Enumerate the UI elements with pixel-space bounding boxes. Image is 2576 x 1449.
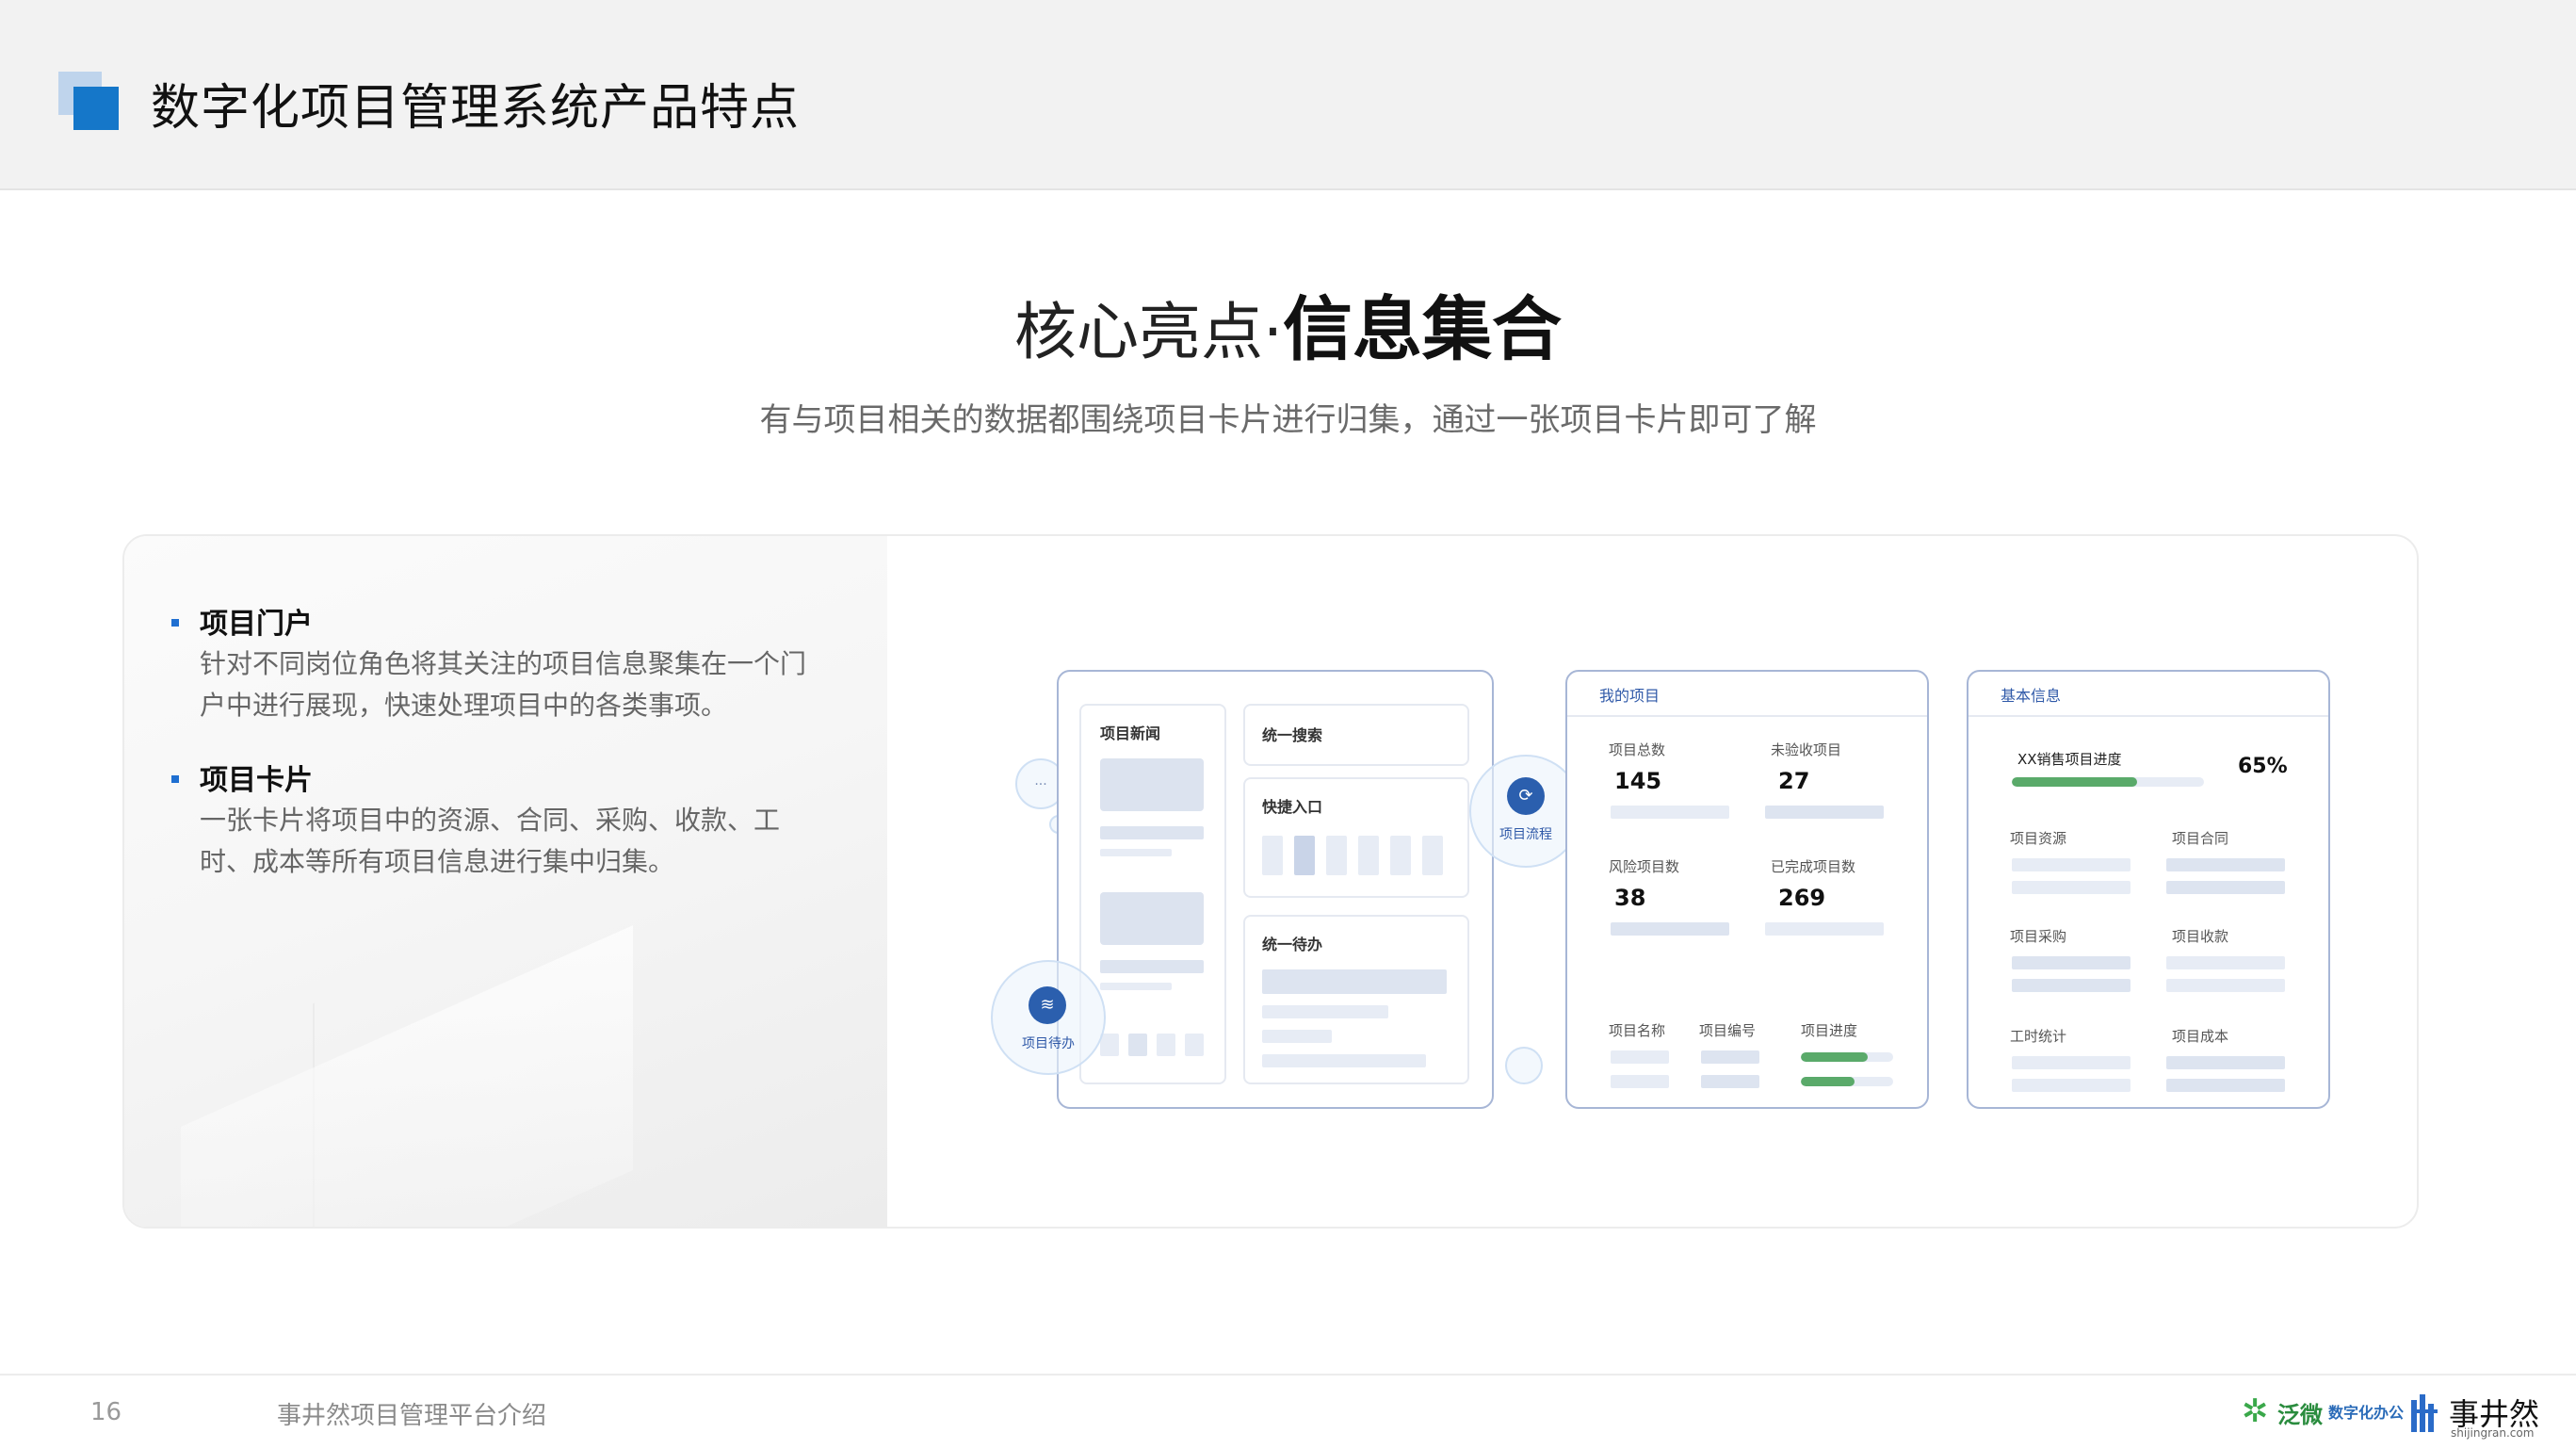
weaver-logo: ✲ 泛微 数字化办公 <box>2242 1392 2405 1430</box>
shijingran-mark-icon <box>2411 1394 2439 1432</box>
weaver-flower-icon: ✲ <box>2242 1392 2269 1430</box>
title-square-icon <box>58 72 121 130</box>
shijingran-logo: 事井然 shijingran.com <box>2411 1391 2543 1440</box>
hero-title-strong: 信息集合 <box>1282 289 1562 370</box>
dot-bubble <box>1505 1047 1543 1084</box>
footer-divider <box>0 1374 2576 1376</box>
project-todo-bubble: ≋ 项目待办 <box>991 960 1106 1075</box>
my-projects-card: 我的项目 项目总数 145 未验收项目 27 风险项目数 38 已完成项目数 2… <box>1565 670 1929 1109</box>
portal-card: 项目新闻 统一搜索 快捷入口 统一待办 <box>1057 670 1494 1109</box>
page-title: 数字化项目管理系统产品特点 <box>151 80 801 137</box>
todo-panel: 统一待办 <box>1243 915 1469 1084</box>
hero-subtitle: 有与项目相关的数据都围绕项目卡片进行归集，通过一张项目卡片即可了解 <box>759 401 1817 439</box>
layers-icon: ≋ <box>1029 986 1066 1024</box>
refresh-icon: ⟳ <box>1507 777 1545 815</box>
project-progress-bar <box>1801 1077 1893 1086</box>
header-bar: 数字化项目管理系统产品特点 <box>0 0 2576 190</box>
page-number: 16 <box>90 1398 122 1426</box>
my-projects-title: 我的项目 <box>1599 687 1661 705</box>
hero-title: 核心亮点·信息集合 <box>0 273 2576 374</box>
feature-card: 项目门户 针对不同岗位角色将其关注的项目信息聚集在一个门户中进行展现，快速处理项… <box>122 534 2419 1229</box>
sales-progress-bar <box>2012 777 2204 787</box>
hero-title-prefix: 核心亮点· <box>1014 296 1283 368</box>
product-illustration: ... 项目新闻 统一搜索 快捷入口 统一待办 ⟳ 项目流程 ≋ 项目待办 我的… <box>124 536 2417 1227</box>
project-progress-bar <box>1801 1052 1893 1062</box>
basic-info-card: 基本信息 XX销售项目进度 65% 项目资源 项目合同 项目采购 项目收款 工时… <box>1967 670 2330 1109</box>
quick-entry-panel: 快捷入口 <box>1243 777 1469 898</box>
basic-info-title: 基本信息 <box>2001 687 2062 705</box>
footer-text: 事井然项目管理平台介绍 <box>277 1402 547 1430</box>
search-panel: 统一搜索 <box>1243 704 1469 766</box>
